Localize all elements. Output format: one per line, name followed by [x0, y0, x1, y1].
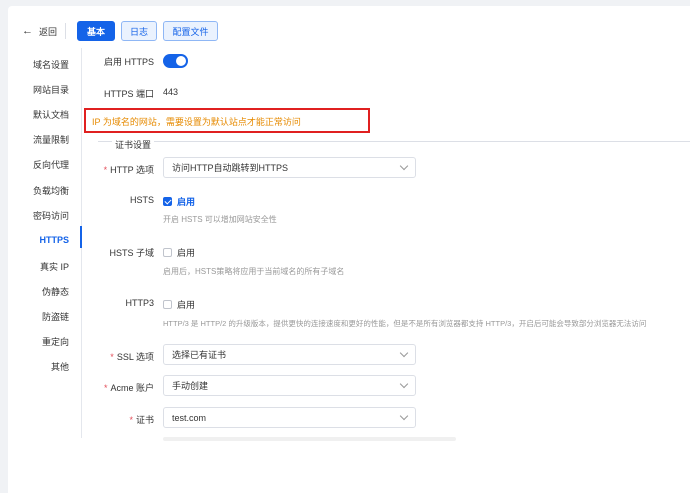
- acme-label: * Acme 账户: [103, 383, 154, 393]
- http-option-label: * HTTP 选项: [103, 165, 154, 175]
- https-port-label: HTTPS 端口: [103, 89, 154, 99]
- required-mark: *: [110, 352, 114, 362]
- chevron-down-icon: [399, 411, 409, 421]
- header-divider: [65, 23, 66, 39]
- back-label: 返回: [39, 27, 58, 37]
- cert-select[interactable]: test.com: [163, 407, 416, 428]
- switch-knob: [176, 56, 186, 66]
- tab-config-file[interactable]: 配置文件: [163, 21, 218, 41]
- cert-value: test.com: [172, 412, 207, 423]
- sidebar-item-hotlink[interactable]: 防盗链: [42, 310, 69, 323]
- sidebar-item-domain[interactable]: 域名设置: [33, 58, 69, 71]
- hsts-sub-label: HSTS 子域: [109, 248, 154, 258]
- sidebar-item-load-balance[interactable]: 负载均衡: [33, 184, 69, 197]
- hsts-sub-check-label: 启用: [177, 248, 196, 258]
- http3-hint: HTTP/3 是 HTTP/2 的升级版本，提供更快的连接速度和更好的性能，但是…: [163, 319, 647, 328]
- back-button[interactable]: ← 返回: [22, 25, 57, 38]
- http-option-select[interactable]: 访问HTTP自动跳转到HTTPS: [163, 157, 416, 178]
- ssl-option-select[interactable]: 选择已有证书: [163, 344, 416, 365]
- sidebar-item-site-dir[interactable]: 网站目录: [33, 83, 69, 96]
- sidebar-item-reverse-proxy[interactable]: 反向代理: [33, 158, 69, 171]
- warning-text: IP 为域名的网站，需要设置为默认站点才能正常访问: [92, 117, 301, 127]
- hsts-check-label: 启用: [177, 197, 196, 207]
- required-mark: *: [103, 383, 108, 393]
- sidebar-item-password-access[interactable]: 密码访问: [33, 209, 69, 222]
- hsts-hint: 开启 HSTS 可以增加网站安全性: [163, 215, 277, 224]
- http3-check-label: 启用: [177, 300, 196, 310]
- required-mark: *: [103, 165, 108, 175]
- sidebar-item-rewrite[interactable]: 伪静态: [42, 285, 69, 298]
- hsts-sub-hint: 启用后，HSTS策略将应用于当前域名的所有子域名: [163, 267, 345, 276]
- enable-https-label: 启用 HTTPS: [103, 57, 154, 67]
- section-divider: [98, 141, 690, 142]
- http3-label: HTTP3: [125, 298, 154, 308]
- acme-account-select[interactable]: 手动创建: [163, 375, 416, 396]
- horizontal-scrollbar[interactable]: [163, 437, 456, 441]
- checkbox-checked-icon: [163, 197, 172, 206]
- cert-label: * 证书: [129, 415, 154, 425]
- hsts-checkbox[interactable]: 启用: [163, 195, 195, 208]
- ssl-option-label: * SSL 选项: [110, 352, 154, 362]
- checkbox-icon: [163, 248, 172, 257]
- sidebar-item-default-doc[interactable]: 默认文档: [33, 108, 69, 121]
- ssl-option-value: 选择已有证书: [172, 350, 227, 360]
- cert-section-title: 证书设置: [112, 138, 155, 151]
- hsts-sub-checkbox[interactable]: 启用: [163, 246, 195, 259]
- enable-https-switch[interactable]: [163, 54, 188, 68]
- settings-sidebar: 域名设置 网站目录 默认文档 流量限制 反向代理 负载均衡 密码访问 HTTPS…: [8, 48, 82, 438]
- https-port-value: 443: [163, 87, 179, 97]
- required-mark: *: [129, 415, 133, 425]
- sidebar-item-real-ip[interactable]: 真实 IP: [40, 260, 69, 273]
- arrow-left-icon: ←: [22, 25, 33, 37]
- http-option-value: 访问HTTP自动跳转到HTTPS: [172, 163, 288, 173]
- tab-log[interactable]: 日志: [121, 21, 157, 41]
- hsts-label: HSTS: [129, 195, 154, 205]
- sidebar-item-redirect[interactable]: 重定向: [42, 335, 69, 348]
- sidebar-active-indicator: [80, 226, 82, 248]
- sidebar-item-other[interactable]: 其他: [51, 360, 69, 373]
- tab-basic[interactable]: 基本: [77, 21, 115, 41]
- acme-value: 手动创建: [172, 381, 209, 391]
- http3-checkbox[interactable]: 启用: [163, 298, 195, 311]
- chevron-down-icon: [399, 161, 409, 171]
- chevron-down-icon: [399, 379, 409, 389]
- sidebar-item-traffic-limit[interactable]: 流量限制: [33, 133, 69, 146]
- chevron-down-icon: [399, 348, 409, 358]
- checkbox-icon: [163, 300, 172, 309]
- sidebar-item-https[interactable]: HTTPS: [39, 235, 69, 245]
